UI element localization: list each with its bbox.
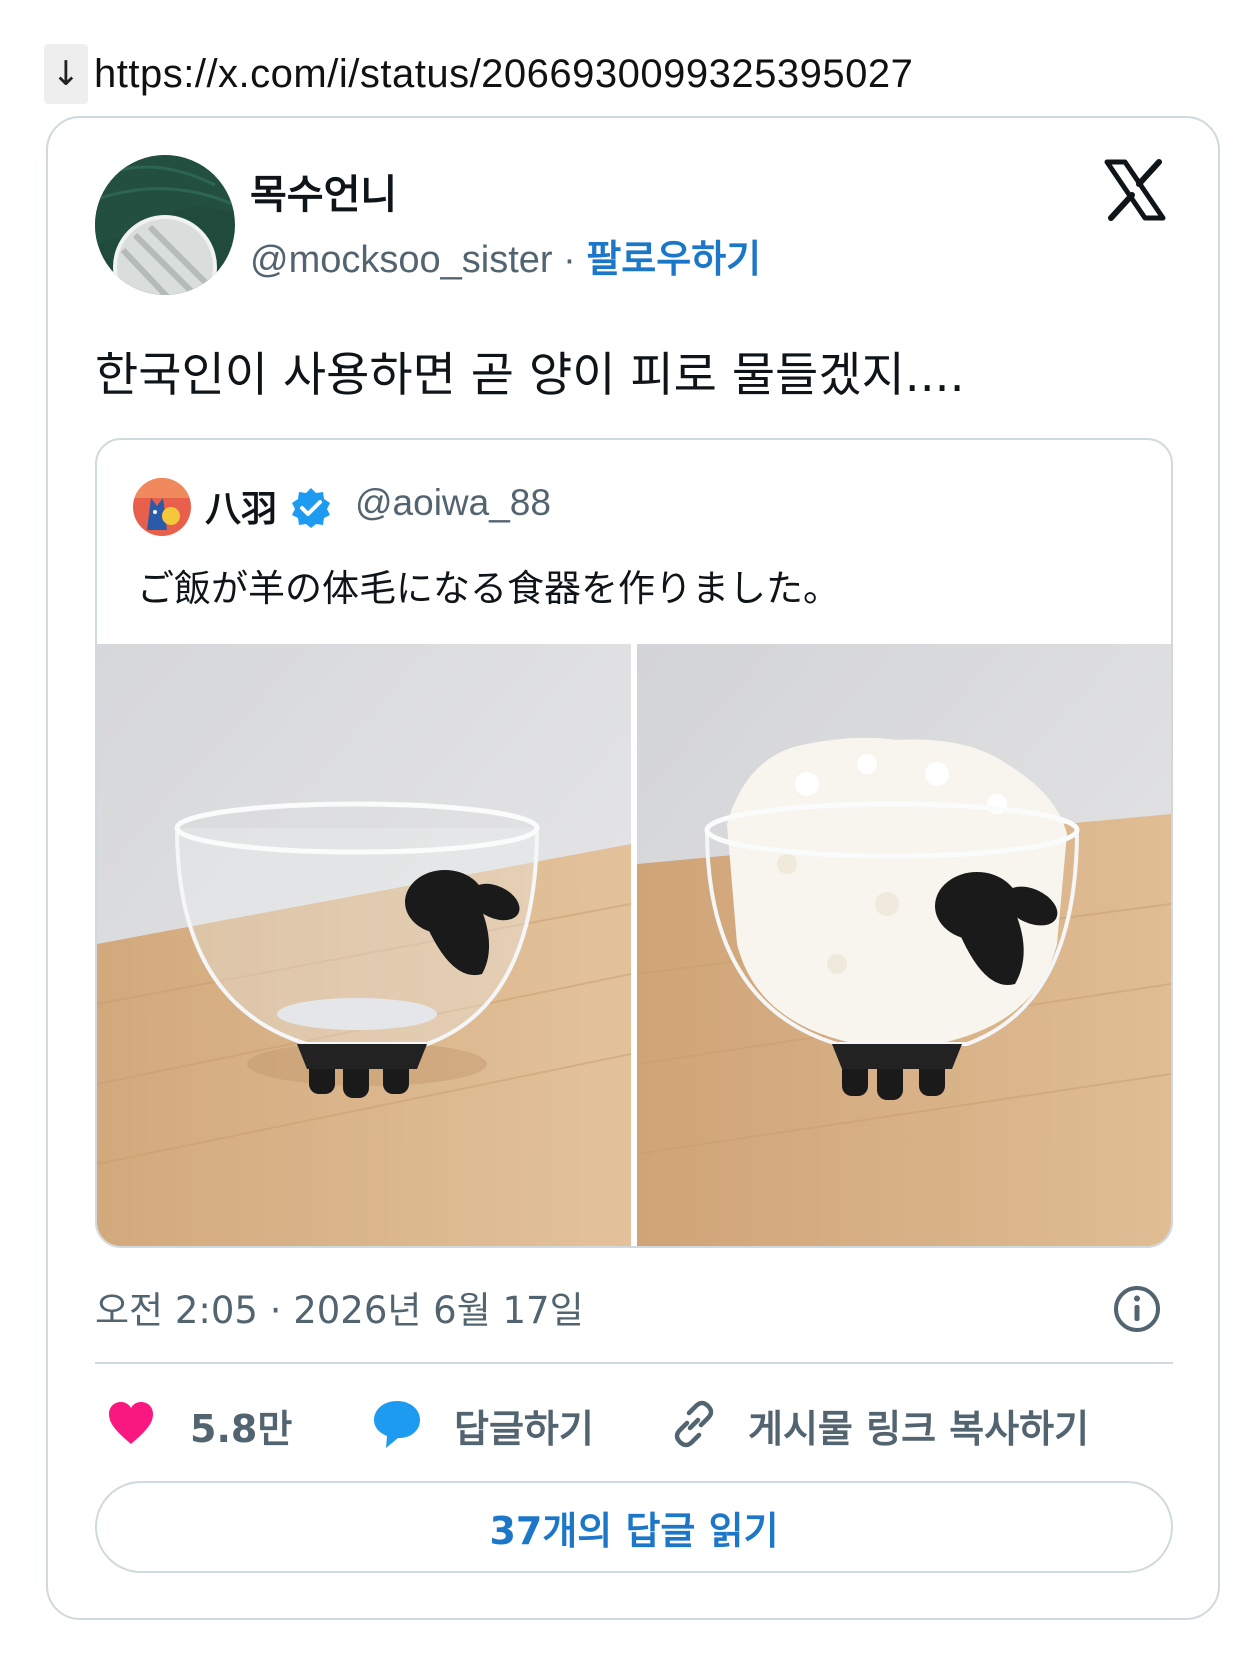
author-handle[interactable]: @mocksoo_sister	[250, 239, 553, 281]
copy-link-label[interactable]: 게시물 링크 복사하기	[748, 1398, 1089, 1453]
tweet-text: 한국인이 사용하면 곧 양이 피로 물들겠지....	[95, 348, 965, 403]
copy-link-button[interactable]	[668, 1394, 720, 1454]
x-logo-icon[interactable]	[1103, 158, 1167, 222]
separator-dot: ·	[563, 239, 576, 281]
info-icon[interactable]	[1112, 1284, 1162, 1334]
url-bar: ↓ https://x.com/i/status/206693009932539…	[44, 44, 913, 104]
quoted-author-handle[interactable]: @aoiwa_88	[355, 482, 551, 524]
photo-rice-bowl[interactable]	[637, 644, 1171, 1246]
reply-bubble-icon	[374, 1401, 420, 1448]
verified-badge-icon	[289, 486, 333, 530]
like-button[interactable]	[105, 1394, 157, 1454]
quoted-author-name[interactable]: 八羽	[205, 480, 277, 532]
read-replies-button[interactable]: 37개의 답글 읽기	[95, 1481, 1173, 1573]
quoted-tweet[interactable]: 八羽 @aoiwa_88 ご飯が羊の体毛になる食器を作りました。	[95, 438, 1173, 1248]
link-icon	[674, 1400, 714, 1448]
author-avatar[interactable]	[95, 155, 235, 295]
author-handle-row: @mocksoo_sister · 팔로우하기	[250, 228, 761, 283]
like-count[interactable]: 5.8만	[190, 1398, 292, 1453]
photo-empty-bowl[interactable]	[97, 644, 631, 1246]
url-text[interactable]: https://x.com/i/status/20669300993253950…	[94, 52, 913, 97]
tweet-timestamp[interactable]: 오전 2:05 · 2026년 6월 17일	[95, 1280, 584, 1334]
quoted-author-avatar[interactable]	[133, 478, 191, 536]
reply-button[interactable]	[370, 1394, 424, 1454]
quoted-tweet-text: ご飯が羊の体毛になる食器を作りました。	[137, 567, 840, 610]
author-name[interactable]: 목수언니	[250, 162, 397, 220]
reply-label[interactable]: 답글하기	[454, 1398, 594, 1453]
heart-icon	[109, 1402, 153, 1444]
divider	[95, 1362, 1173, 1364]
down-arrow-icon[interactable]: ↓	[44, 44, 88, 104]
photo-grid	[97, 644, 1171, 1246]
follow-button[interactable]: 팔로우하기	[586, 237, 761, 281]
